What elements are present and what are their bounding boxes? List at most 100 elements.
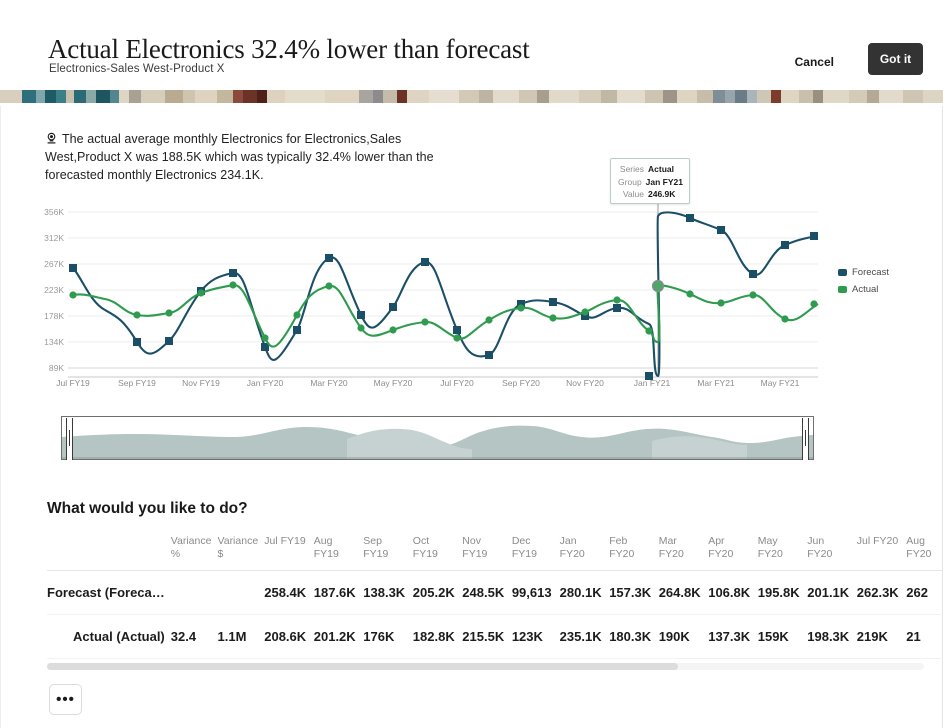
table-cell: 195.8K [757,570,808,615]
data-table-container[interactable]: Variance % Variance $ Jul FY19 Aug FY19 … [47,531,943,661]
table-cell: 262 [906,570,943,615]
table-row[interactable]: Actual (Actual) 32.4 1.1M 208.6K 201.2K … [47,614,943,659]
table-cell: 123K [511,614,560,659]
svg-text:May FY21: May FY21 [761,378,800,388]
table-row[interactable]: Forecast (Foreca… 258.4K 187.6K 138.3K 2… [47,570,943,615]
scrollbar-thumb[interactable] [47,663,678,670]
table-cell: 21 [906,614,943,659]
svg-text:Sep FY19: Sep FY19 [118,378,156,388]
range-handle-right[interactable] [802,418,809,460]
svg-text:Nov FY19: Nov FY19 [182,378,220,388]
table-header-row: Variance % Variance $ Jul FY19 Aug FY19 … [47,531,943,571]
svg-text:178K: 178K [44,311,64,321]
forecast-line [72,211,819,378]
data-table: Variance % Variance $ Jul FY19 Aug FY19 … [47,531,943,659]
table-cell: 187.6K [313,570,364,615]
svg-text:312K: 312K [44,233,64,243]
table-cell: 280.1K [559,570,610,615]
table-cell: 157.3K [609,570,659,615]
column-header[interactable]: Aug FY20 [906,531,943,571]
table-horizontal-scrollbar[interactable] [47,663,924,670]
table-cell: 180.3K [609,614,659,659]
column-header[interactable]: Jun FY20 [807,531,857,571]
tooltip-group-row: Group Jan FY21 [616,176,683,189]
table-cell: 106.8K [708,570,758,615]
y-axis-labels: 356K 312K 267K 223K 178K 134K 89K [44,207,64,373]
column-header[interactable]: Dec FY19 [512,531,560,571]
insight-text: The actual average monthly Electronics f… [45,132,434,182]
table-cell: 32.4 [170,614,218,659]
line-chart[interactable]: 356K 312K 267K 223K 178K 134K 89K Jul FY… [40,200,840,390]
table-cell: 201.1K [807,570,857,615]
svg-text:356K: 356K [44,207,64,217]
legend-item-forecast[interactable]: Forecast [838,265,889,279]
column-header[interactable]: Aug FY19 [314,531,364,571]
range-selector[interactable] [61,416,814,460]
table-cell: 219K [856,614,907,659]
table-cell: 176K [363,614,413,659]
table-cell: 99,613 [511,570,560,615]
legend-swatch-forecast [838,268,847,276]
tooltip-value-key: Value [622,189,644,199]
column-header[interactable]: Sep FY19 [363,531,413,571]
highlighted-point [651,279,665,293]
table-cell: 235.1K [559,614,610,659]
more-dots-icon: ••• [56,690,75,708]
table-cell: 1.1M [217,614,265,659]
insight-summary: The actual average monthly Electronics f… [45,130,445,184]
column-header[interactable]: Apr FY20 [708,531,758,571]
table-cell: 182.8K [412,614,463,659]
column-header[interactable]: Variance % [171,531,218,571]
column-header[interactable]: Feb FY20 [609,531,659,571]
svg-text:134K: 134K [44,337,64,347]
tooltip-series-key: Series [619,164,644,174]
svg-text:Jan FY21: Jan FY21 [634,378,671,388]
table-cell: 205.2K [412,570,463,615]
table-cell: 258.4K [264,570,314,615]
range-handle-left[interactable] [66,418,73,460]
left-border [0,0,1,728]
table-cell: 262.3K [856,570,907,615]
table-cell: 190K [658,614,709,659]
tooltip-value-value: 246.9K [648,189,676,199]
column-header[interactable]: Mar FY20 [659,531,709,571]
svg-text:Mar FY21: Mar FY21 [697,378,735,388]
tooltip-series-row: Series Actual [616,163,683,176]
column-header[interactable]: Jul FY20 [857,531,907,571]
got-it-button[interactable]: Got it [868,43,923,75]
dialog-header: Actual Electronics 32.4% lower than fore… [0,0,943,86]
column-header[interactable]: Jul FY19 [264,531,314,571]
cancel-button[interactable]: Cancel [789,51,840,73]
legend-item-actual[interactable]: Actual [838,282,889,296]
tooltip-series-value: Actual [648,164,674,174]
insight-dialog: Actual Electronics 32.4% lower than fore… [0,0,943,728]
column-header[interactable]: Oct FY19 [413,531,463,571]
table-cell: 138.3K [363,570,413,615]
chart-legend: Forecast Actual [838,265,889,299]
table-cell: 208.6K [264,614,314,659]
page-title: Actual Electronics 32.4% lower than fore… [48,34,530,64]
svg-text:Jul FY20: Jul FY20 [440,378,474,388]
table-cell: 201.2K [313,614,364,659]
svg-text:Jan FY20: Jan FY20 [247,378,284,388]
column-header[interactable]: Jan FY20 [560,531,610,571]
svg-text:89K: 89K [49,363,64,373]
table-cell: 159K [757,614,808,659]
svg-text:Nov FY20: Nov FY20 [566,378,604,388]
column-header[interactable]: May FY20 [758,531,808,571]
column-header[interactable]: Variance $ [218,531,265,571]
table-cell: 248.5K [462,570,512,615]
more-options-button[interactable]: ••• [49,684,82,715]
row-label-forecast: Forecast (Foreca… [47,570,171,615]
row-label-actual: Actual (Actual) [47,614,171,659]
insight-bulb-icon [45,132,58,145]
page-subtitle: Electronics-Sales West-Product X [49,63,225,75]
svg-text:Sep FY20: Sep FY20 [502,378,540,388]
svg-text:May FY20: May FY20 [374,378,413,388]
svg-text:267K: 267K [44,259,64,269]
column-header[interactable] [47,531,171,571]
column-header[interactable]: Nov FY19 [462,531,512,571]
table-cell [217,570,265,615]
decorative-banner-image [0,86,943,106]
table-cell: 198.3K [807,614,857,659]
